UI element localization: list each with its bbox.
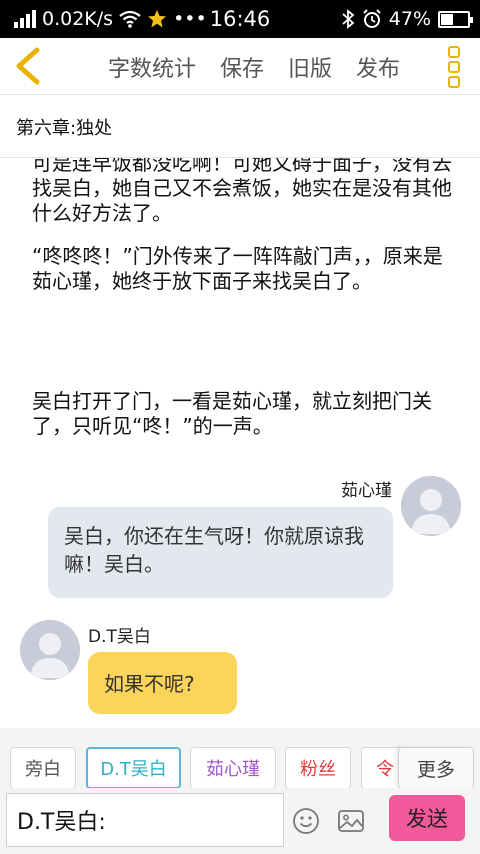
send-button[interactable]: 发送	[389, 795, 465, 841]
narration-paragraph: 可是连早饭都没吃啊！可她又碍于面子，没有去找吴白，她自己又不会煮饭，她实在是没有…	[32, 158, 452, 225]
chat-bubble[interactable]: 如果不呢?	[88, 652, 237, 714]
word-count-button[interactable]: 字数统计	[108, 51, 196, 83]
user-silhouette-icon	[20, 620, 80, 680]
image-icon[interactable]	[337, 807, 365, 835]
role-fans[interactable]: 粉丝	[285, 747, 351, 789]
wifi-icon	[119, 10, 141, 28]
speaker-name: 茹心瑾	[341, 481, 392, 501]
speaker-name: D.T吴白	[88, 627, 151, 647]
editor-toolbar: 字数统计 保存 旧版 发布	[0, 38, 480, 95]
bluetooth-icon	[342, 9, 355, 29]
star-icon	[148, 10, 167, 28]
overflow-menu-icon[interactable]	[448, 46, 462, 88]
old-version-button[interactable]: 旧版	[288, 51, 332, 83]
more-dots: •••	[173, 8, 207, 30]
back-arrow-icon[interactable]	[10, 46, 50, 86]
narration-paragraph: 吴白打开了门，一看是茹心瑾，就立刻把门关了，只听见“咚！”的一声。	[32, 389, 432, 438]
chat-bubble[interactable]: 吴白，你还在生气呀！你就原谅我嘛！吴白。	[48, 507, 393, 598]
role-narrator[interactable]: 旁白	[10, 747, 76, 789]
story-content: 可是连早饭都没吃啊！可她又碍于面子，没有去找吴白，她自己又不会煮饭，她实在是没有…	[0, 158, 480, 728]
role-wubai[interactable]: D.T吴白	[86, 747, 181, 789]
battery-icon	[438, 10, 473, 28]
publish-button[interactable]: 发布	[356, 51, 400, 83]
input-bar: D.T吴白: 发送	[0, 788, 480, 854]
status-bar: 0.02K/s ••• 16:46 47%	[0, 0, 480, 38]
chapter-title[interactable]: 第六章:独处	[0, 96, 480, 158]
signal-icon	[14, 10, 36, 28]
alarm-icon	[363, 9, 381, 28]
emoji-icon[interactable]	[292, 807, 320, 835]
more-roles-button[interactable]: 更多	[398, 747, 474, 789]
role-selector: 旁白 D.T吴白 茹心瑾 粉丝 令 更多	[0, 728, 480, 789]
narration-paragraph: “咚咚咚！”门外传来了一阵阵敲门声，，原来是茹心瑾，她终于放下面子来找吴白了。	[32, 244, 443, 293]
user-silhouette-icon	[401, 476, 461, 536]
battery-percent: 47%	[388, 8, 431, 30]
network-speed: 0.02K/s	[42, 8, 114, 30]
avatar[interactable]	[401, 476, 461, 536]
message-input[interactable]: D.T吴白:	[6, 793, 284, 847]
role-ruxinjin[interactable]: 茹心瑾	[190, 747, 276, 789]
save-button[interactable]: 保存	[220, 51, 264, 83]
avatar[interactable]	[20, 620, 80, 680]
